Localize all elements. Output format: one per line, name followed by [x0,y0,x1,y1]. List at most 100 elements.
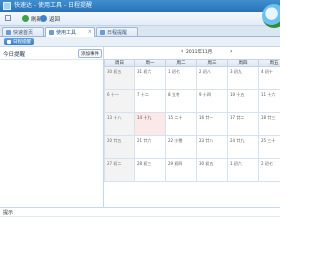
day-label: 30 初五 [199,161,214,166]
divider [0,59,103,60]
calendar-day-cell[interactable]: 28 初三 [135,159,166,182]
tab-label: 使用工具 [56,30,77,36]
weekday-header-cell: 周四 [228,59,259,67]
toolbar: 刷新 返回 [0,12,280,26]
day-label: 18 廿三 [261,115,276,120]
status-panel: 提示 [0,207,280,270]
close-icon[interactable]: × [88,29,92,35]
calendar-week-row: 27 初二 28 初三 29 初四 30 初五 1 初六 2 初七 [104,159,280,182]
day-label: 4 初十 [261,69,273,74]
day-label: 30 初五 [107,69,122,74]
calendar-day-cell[interactable]: 4 初十 [259,67,280,90]
day-label: 8 立冬 [168,92,180,97]
calendar-day-cell[interactable]: 10 十五 [228,90,259,113]
calendar-day-cell[interactable]: 25 三十 [259,136,280,159]
calendar-day-cell[interactable]: 24 廿九 [228,136,259,159]
calendar-day-cell[interactable]: 23 廿八 [197,136,228,159]
day-label: 1 初七 [168,69,180,74]
day-label: 31 初六 [137,69,152,74]
weekday-header-cell: 周五 [259,59,280,67]
calendar-day-cell[interactable]: 7 十二 [135,90,166,113]
calendar-day-cell[interactable]: 22 小雪 [166,136,197,159]
calendar-day-cell[interactable]: 13 十八 [104,113,135,136]
return-label: 返回 [49,16,61,23]
day-label: 11 十六 [261,92,276,97]
calendar-day-cell[interactable]: 2 初七 [259,159,280,182]
day-label: 7 十二 [137,92,149,97]
calendar-day-cell[interactable]: 31 初六 [135,67,166,90]
calendar-grid: 30 初五 31 初六 1 初七 2 初八 3 初九 4 初十 6 十一 7 十二 8 立冬 9 … [104,67,280,182]
refresh-button[interactable]: 刷新 [22,14,42,23]
schedule-tab-icon [100,29,105,35]
day-label: 20 廿五 [107,138,122,143]
weekday-header-cell: 周三 [197,59,228,67]
app-icon [3,2,11,10]
calendar-day-cell[interactable]: 17 廿二 [228,113,259,136]
home-tab-icon [6,29,11,35]
calendar-day-cell[interactable]: 1 初七 [166,67,197,90]
day-label: 1 初六 [230,161,242,166]
day-label: 25 三十 [261,138,276,143]
day-label: 17 廿二 [230,115,245,120]
subtab-reminders[interactable]: 日程提醒 [4,38,34,45]
add-event-button[interactable]: 添加事件 [78,49,102,58]
panel-title: 今日提醒 [3,52,26,58]
calendar-day-cell[interactable]: 30 初五 [104,67,135,90]
calendar-day-cell[interactable]: 21 廿六 [135,136,166,159]
window-title: 快速达 - 使用工具 - 日程提醒 [14,2,92,9]
month-navigation: ‹ 2011年11月 › [104,47,280,58]
tab-tools[interactable]: 使用工具 × [45,27,95,37]
next-month-icon[interactable]: › [226,48,236,55]
day-label: 21 廿六 [137,138,152,143]
month-label: 2011年11月 [186,50,213,55]
tab-bar: 快速首页 使用工具 × 日程提醒 [0,26,280,37]
day-label: 22 小雪 [168,138,183,143]
calendar-week-row: 6 十一 7 十二 8 立冬 9 十四 10 十五 11 十六 [104,90,280,113]
divider [0,216,280,217]
calendar-week-row: 30 初五 31 初六 1 初七 2 初八 3 初九 4 初十 [104,67,280,90]
day-label: 3 初九 [230,69,242,74]
calendar-day-cell[interactable]: 11 十六 [259,90,280,113]
tab-home[interactable]: 快速首页 [2,27,44,36]
tab-label: 快速首页 [13,29,34,36]
home-icon[interactable] [5,15,11,21]
calendar-day-cell[interactable]: 30 初五 [197,159,228,182]
refresh-icon [22,15,29,22]
calendar-day-cell[interactable]: 6 十一 [104,90,135,113]
day-label: 14 十九 [137,115,152,120]
calendar: ‹ 2011年11月 › 周日 周一 周二 周三 周四 周五 30 初五 31 初六 1 初七… [104,47,280,207]
today-reminders-panel: 今日提醒 添加事件 [0,47,104,207]
calendar-day-cell[interactable]: 20 廿五 [104,136,135,159]
day-label: 16 廿一 [199,115,214,120]
day-label: 9 十四 [199,92,211,97]
calendar-day-cell[interactable]: 16 廿一 [197,113,228,136]
tab-label: 日程提醒 [107,29,128,36]
calendar-day-cell[interactable]: 9 十四 [197,90,228,113]
calendar-day-cell[interactable]: 27 初二 [104,159,135,182]
day-label: 28 初三 [137,161,152,166]
calendar-day-cell[interactable]: 14 十九 [135,113,166,136]
status-label: 提示 [3,210,14,216]
weekday-header-cell: 周二 [166,59,197,67]
reminder-icon [7,39,11,44]
day-label: 29 初四 [168,161,183,166]
day-label: 24 廿九 [230,138,245,143]
tab-schedule[interactable]: 日程提醒 [96,27,138,36]
calendar-day-cell[interactable]: 29 初四 [166,159,197,182]
calendar-day-cell[interactable]: 8 立冬 [166,90,197,113]
calendar-day-cell[interactable]: 3 初九 [228,67,259,90]
brand-logo-icon [262,4,280,28]
calendar-week-row: 13 十八 14 十九 15 二十 16 廿一 17 廿二 18 廿三 [104,113,280,136]
weekday-header-cell: 周日 [104,59,135,67]
calendar-day-cell[interactable]: 1 初六 [228,159,259,182]
weekday-header-cell: 周一 [135,59,166,67]
day-label: 6 十一 [107,92,119,97]
return-icon [40,15,47,22]
subtab-label: 日程提醒 [13,39,31,45]
calendar-day-cell[interactable]: 18 廿三 [259,113,280,136]
day-label: 2 初八 [199,69,211,74]
calendar-day-cell[interactable]: 15 二十 [166,113,197,136]
return-button[interactable]: 返回 [40,14,60,23]
day-label: 27 初二 [107,161,122,166]
calendar-day-cell[interactable]: 2 初八 [197,67,228,90]
